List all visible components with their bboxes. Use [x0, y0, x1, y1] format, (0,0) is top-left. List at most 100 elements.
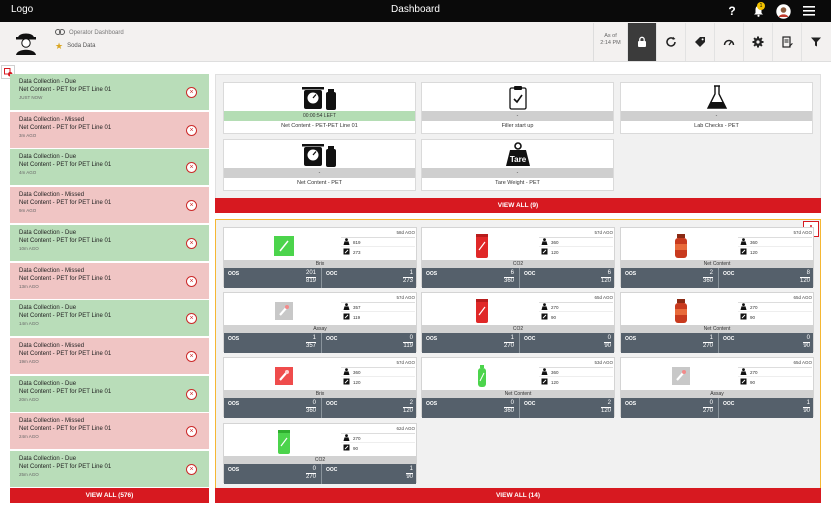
oos-stat[interactable]: OOS 2 360	[621, 268, 717, 288]
oos-label: OOS	[228, 336, 240, 342]
notification-item[interactable]: Data Collection - Due Net Content - PET f…	[10, 74, 209, 111]
notification-item[interactable]: Data Collection - Due Net Content - PET f…	[10, 224, 209, 262]
task-card[interactable]: - Lab Checks - PET	[620, 82, 813, 134]
ooc-value: 2 120	[402, 400, 413, 415]
star-icon[interactable]: ★	[55, 42, 63, 51]
check-card[interactable]: 57d AGO 360 120 Net Content OOS 2 360 OOC 8 120	[620, 227, 814, 288]
oos-stat[interactable]: OOS 0 270	[224, 464, 320, 484]
dismiss-close-icon[interactable]: ×	[186, 464, 197, 475]
oos-stat[interactable]: OOS 0 360	[224, 398, 320, 418]
task-card[interactable]: 00:00:54 LEFT Net Content - PET-PET Line …	[223, 82, 416, 134]
notifications-view-all-button[interactable]: VIEW ALL (576)	[10, 488, 209, 503]
check-stats: OOS 1 270 OOC 0 90	[422, 333, 614, 353]
notification-item[interactable]: Data Collection - Missed Net Content - PE…	[10, 413, 209, 451]
oos-label: OOS	[426, 401, 438, 407]
notification-item[interactable]: Data Collection - Missed Net Content - PE…	[10, 187, 209, 225]
ooc-stat[interactable]: OOC 2 120	[519, 398, 615, 418]
dismiss-close-icon[interactable]: ×	[186, 87, 197, 98]
dismiss-close-icon[interactable]: ×	[186, 388, 197, 400]
notification-item[interactable]: Data Collection - Due Net Content - PET f…	[10, 149, 209, 187]
samples-count: 360	[539, 367, 613, 377]
oos-value: 2 360	[702, 270, 713, 285]
help-icon[interactable]: ?	[725, 3, 739, 19]
notification-item[interactable]: Data Collection - Missed Net Content - PE…	[10, 337, 209, 375]
notification-time: 4m AGO	[19, 170, 37, 176]
check-card[interactable]: 57d AGO 357 119 Assay OOS 1 357 OOC 0 119	[223, 292, 417, 353]
tasks-view-all-button[interactable]: VIEW ALL (9)	[215, 198, 821, 213]
task-card[interactable]: - Net Content - PET	[223, 139, 416, 191]
check-card[interactable]: 65d AGO 270 90 Net Content OOS 1 270 OOC 0 90	[620, 292, 814, 353]
check-card[interactable]: 53d AGO 360 120 Net Content OOS 0 360 OOC 2 120	[421, 357, 615, 418]
ooc-value: 0 90	[803, 335, 810, 350]
notification-item[interactable]: Data Collection - Missed Net Content - PE…	[10, 111, 209, 149]
ooc-label: OOC	[524, 336, 536, 342]
dismiss-close-icon[interactable]: ×	[186, 124, 197, 136]
app-logo[interactable]: Logo	[11, 4, 33, 15]
tags-button[interactable]	[685, 23, 714, 61]
oos-stat[interactable]: OOS 0 270	[621, 398, 717, 418]
dismiss-close-icon[interactable]: ×	[186, 237, 197, 249]
ooc-stat[interactable]: OOC 0 119	[321, 333, 417, 353]
ooc-numerator: 6	[607, 270, 611, 276]
notification-item[interactable]: Data Collection - Due Net Content - PET f…	[10, 300, 209, 338]
notification-count-badge: 1	[757, 2, 765, 10]
entries-value: 90	[750, 379, 756, 385]
notification-item[interactable]: Data Collection - Due Net Content - PET f…	[10, 375, 209, 413]
task-card[interactable]: Tare - Tare Weight - PET	[421, 139, 614, 191]
hamburger-menu-icon[interactable]	[802, 3, 816, 19]
check-card[interactable]: 65d AGO 270 90 Assay OOS 0 270 OOC 1 90	[620, 357, 814, 418]
performance-button[interactable]	[714, 23, 743, 61]
filter-button[interactable]	[801, 23, 830, 61]
oos-value: 0 360	[305, 400, 316, 415]
check-card[interactable]: 58d AGO 819 273 Brix OOS 201 819 OOC 1 273	[223, 227, 417, 288]
notifications-bell-icon[interactable]: 1	[750, 2, 766, 19]
user-avatar[interactable]	[775, 3, 791, 19]
notification-item[interactable]: Data Collection - Due Net Content - PET f…	[10, 451, 209, 488]
refresh-button[interactable]	[656, 23, 685, 61]
ooc-stat[interactable]: OOC 2 120	[321, 398, 417, 418]
entries-count: 120	[539, 377, 613, 387]
check-card[interactable]: 65d AGO 270 90 CO2 OOS 1 270 OOC 0 90	[421, 292, 615, 353]
person-icon	[740, 368, 747, 376]
check-card[interactable]: 57d AGO 360 120 CO2 OOS 6 360 OOC 6 120	[421, 227, 615, 288]
operator-avatar-icon	[13, 28, 39, 56]
check-card[interactable]: 57d AGO 360 120 Brix OOS 0 360 OOC 2 120	[223, 357, 417, 418]
gauge-icon	[723, 39, 735, 46]
settings-button[interactable]	[743, 23, 772, 61]
task-card[interactable]: - Filler start up	[421, 82, 614, 134]
person-icon	[740, 303, 747, 311]
notification-title: Data Collection - Missed	[19, 267, 85, 274]
oos-stat[interactable]: OOS 201 819	[224, 268, 320, 288]
ooc-stat[interactable]: OOC 0 90	[519, 333, 615, 353]
lock-button[interactable]	[627, 23, 656, 61]
samples-value: 360	[551, 239, 559, 245]
oos-stat[interactable]: OOS 1 270	[621, 333, 717, 353]
oos-stat[interactable]: OOS 1 357	[224, 333, 320, 353]
ooc-stat[interactable]: OOC 0 90	[718, 333, 814, 353]
oos-stat[interactable]: OOS 0 360	[422, 398, 518, 418]
oos-denominator: 357	[305, 342, 316, 349]
dismiss-close-icon[interactable]: ×	[186, 350, 197, 362]
ooc-stat[interactable]: OOC 6 120	[519, 268, 615, 288]
check-card[interactable]: 62d AGO 270 90 CO2 OOS 0 270 OOC 1 90	[223, 423, 417, 484]
document-edit-icon	[782, 36, 793, 48]
checks-view-all-button[interactable]: VIEW ALL (14)	[215, 488, 821, 503]
report-button[interactable]	[772, 23, 801, 61]
ooc-stat[interactable]: OOC 8 120	[718, 268, 814, 288]
notification-item[interactable]: Data Collection - Missed Net Content - PE…	[10, 262, 209, 300]
person-icon	[541, 238, 548, 246]
oos-stat[interactable]: OOS 6 360	[422, 268, 518, 288]
dashboard-breadcrumb[interactable]: Operator Dashboard	[69, 30, 124, 36]
dismiss-close-icon[interactable]: ×	[186, 275, 197, 287]
oos-stat[interactable]: OOS 1 270	[422, 333, 518, 353]
notification-time: 24m AGO	[19, 434, 39, 440]
ooc-stat[interactable]: OOC 1 90	[718, 398, 814, 418]
task-label: Lab Checks - PET	[694, 123, 739, 129]
oos-denominator: 360	[702, 277, 713, 284]
red-can-icon	[447, 233, 517, 259]
ooc-stat[interactable]: OOC 1 90	[321, 464, 417, 484]
notification-title: Data Collection - Missed	[19, 418, 85, 425]
ooc-stat[interactable]: OOC 1 273	[321, 268, 417, 288]
task-label: Net Content - PET-PET Line 01	[281, 123, 358, 129]
task-label: Filler start up	[501, 123, 534, 129]
